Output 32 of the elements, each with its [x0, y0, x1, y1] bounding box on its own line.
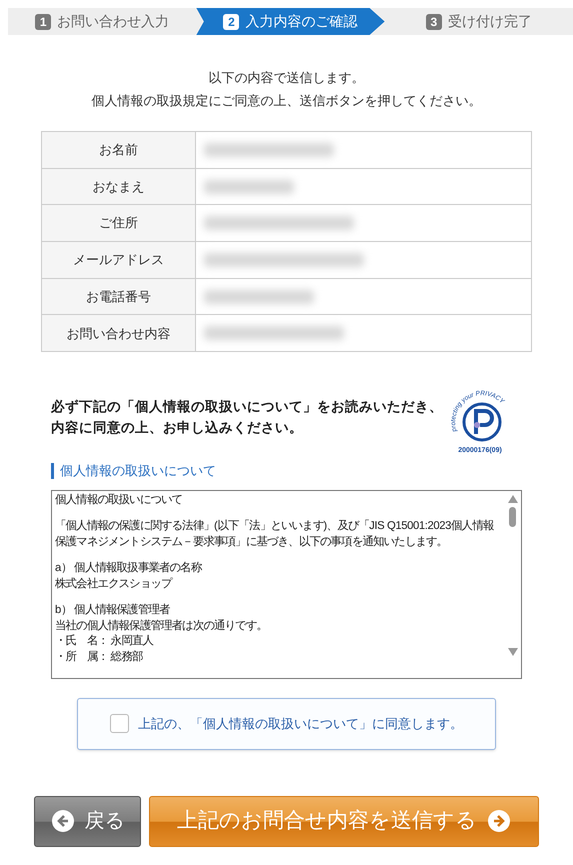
- step-number: 3: [426, 14, 442, 30]
- scroll-down-icon[interactable]: [508, 648, 518, 656]
- policy-text: 当社の個人情報保護管理者は次の通りです。: [55, 618, 268, 634]
- policy-text: a） 個人情報取扱事業者の名称: [55, 561, 203, 576]
- step-label: お問い合わせ入力: [57, 12, 170, 31]
- table-header-cell: お名前: [42, 132, 196, 168]
- step-label: 入力内容のご確認: [245, 12, 358, 31]
- table-header-cell: メールアドレス: [42, 242, 196, 278]
- policy-text: 株式会社エクスショップ: [55, 576, 174, 592]
- table-header-cell: お問い合わせ内容: [42, 315, 196, 352]
- table-header-cell: ご住所: [42, 205, 196, 242]
- scroll-thumb[interactable]: [509, 506, 516, 527]
- back-button[interactable]: 戻る: [34, 796, 141, 847]
- agree-label: 上記の、「個人情報の取扱いについて」に同意します。: [138, 714, 463, 733]
- policy-text: 「個人情報の保護に関する法律」(以下「法」といいます)、及び「JIS Q15001:2023個人情報保護マネジメントシステム－要求事項」に基づき、以下の事項を通知いたします。: [55, 519, 495, 550]
- policy-text: ・氏 名： 永岡直人: [55, 634, 154, 650]
- step-number: 1: [35, 14, 52, 30]
- intro-text: 個人情報の取扱規定にご同意の上、送信ボタンを押してください。: [92, 92, 482, 109]
- agree-checkbox[interactable]: [110, 714, 129, 734]
- intro-text: 以下の内容で送信します。: [208, 69, 364, 86]
- scroll-up-icon[interactable]: [508, 494, 518, 503]
- table-header-cell: お電話番号: [42, 278, 196, 314]
- agreement-box[interactable]: 上記の、「個人情報の取扱いについて」に同意します。: [77, 698, 496, 750]
- submit-button[interactable]: 上記のお問合せ内容を送信する: [149, 796, 539, 847]
- policy-text: 個人情報の取扱いについて: [55, 492, 184, 508]
- table-header-cell: おなまえ: [42, 168, 196, 204]
- notice-text: 必ず下記の「個人情報の取扱いについて」をお読みいただき、 内容に同意の上、お申し込みください。: [51, 398, 443, 438]
- policy-text: ・所 属： 総務部: [55, 650, 144, 665]
- policy-text: b） 個人情報保護管理者: [55, 603, 171, 618]
- step-label: 受け付け完了: [448, 12, 532, 31]
- step-number: 2: [223, 14, 240, 30]
- section-heading: 個人情報の取扱いについて: [51, 462, 522, 479]
